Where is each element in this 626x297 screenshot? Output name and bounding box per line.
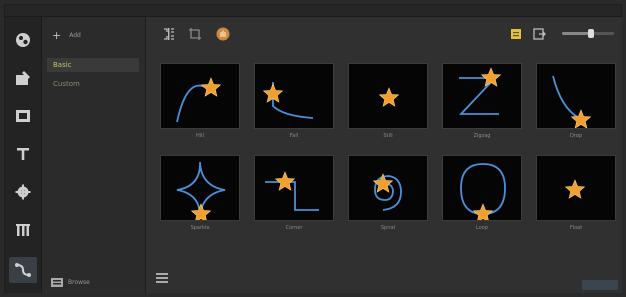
- motion-path-line: [552, 75, 580, 119]
- category-item-custom[interactable]: Custom: [47, 77, 139, 91]
- star-icon: [472, 203, 494, 220]
- motion-path-preview: [458, 67, 502, 115]
- preset-caption: Sparkle: [190, 225, 210, 231]
- export-icon: [533, 28, 546, 40]
- preset-caption: Drop: [569, 133, 583, 139]
- thumbnail-size-slider[interactable]: [562, 29, 614, 38]
- preset-thumbnail: [254, 155, 334, 221]
- category-toolbar: + Add: [42, 17, 145, 51]
- motion-path-preview: [564, 179, 586, 199]
- preset-tile[interactable]: Spiral: [348, 155, 428, 232]
- app-window: + Add Basic Custom Browse Hill Fall Stil…: [4, 4, 622, 293]
- list-view-button[interactable]: [156, 268, 168, 287]
- preset-caption: Still: [383, 133, 393, 139]
- notes-button[interactable]: [509, 27, 523, 41]
- grid-view-button[interactable]: [162, 27, 176, 41]
- preset-thumbnail: [160, 155, 240, 221]
- preset-caption: Loop: [476, 225, 488, 231]
- star-icon: [274, 171, 296, 191]
- preset-tile[interactable]: Loop: [442, 155, 522, 232]
- preset-thumbnail: [536, 63, 616, 129]
- list-view-icon: [156, 273, 168, 283]
- slider-fill: [562, 32, 591, 35]
- notes-icon: [511, 29, 521, 39]
- gallery-icon: [16, 33, 30, 47]
- category-item-basic[interactable]: Basic: [47, 58, 139, 72]
- motion-path-preview: [176, 77, 222, 123]
- preset-thumbnail: [254, 63, 334, 129]
- preset-tile[interactable]: Corner: [254, 155, 334, 232]
- star-icon: [200, 77, 222, 97]
- motion-path-preview: [552, 75, 592, 128]
- motion-path-icon: [15, 263, 31, 277]
- preset-caption: Fall: [289, 133, 299, 139]
- browse-button[interactable]: Browse: [51, 277, 90, 287]
- preset-tile[interactable]: Float: [536, 155, 616, 232]
- main-toolbar: [146, 17, 622, 51]
- browse-label: Browse: [68, 278, 90, 286]
- preset-caption: Hill: [196, 133, 204, 139]
- gallery-button[interactable]: [9, 27, 37, 53]
- motion-path-preview: [460, 163, 506, 220]
- image-edit-icon: [16, 71, 30, 85]
- motion-path-preview: [262, 82, 314, 119]
- grid-view-icon: [164, 28, 174, 40]
- preset-tile[interactable]: Zigzag: [442, 63, 522, 140]
- motion-path-preview: [176, 161, 226, 220]
- text-button[interactable]: [9, 141, 37, 167]
- star-icon: [564, 179, 586, 199]
- preset-tile[interactable]: Drop: [536, 63, 616, 140]
- preset-thumbnail: [348, 155, 428, 221]
- settings-cog-icon: [15, 184, 31, 200]
- transition-button[interactable]: [9, 217, 37, 243]
- motion-path-preview: [372, 173, 402, 211]
- motion-path-preview: [265, 171, 319, 211]
- effects-button[interactable]: [9, 179, 37, 205]
- preset-caption: Corner: [285, 225, 303, 231]
- film-button[interactable]: [9, 103, 37, 129]
- motion-path-line: [272, 82, 314, 119]
- preset-caption: Spiral: [380, 225, 396, 231]
- text-icon: [17, 148, 29, 160]
- preset-thumbnail: [442, 155, 522, 221]
- star-icon: [378, 87, 400, 107]
- image-edit-button[interactable]: [9, 65, 37, 91]
- crop-button[interactable]: [188, 27, 202, 41]
- star-icon: [570, 109, 592, 128]
- preset-caption: Float: [569, 225, 583, 231]
- title-bar: [5, 5, 621, 17]
- preset-tile[interactable]: Fall: [254, 63, 334, 140]
- preset-tile[interactable]: Sparkle: [160, 155, 240, 232]
- preset-thumbnail: [442, 63, 522, 129]
- preset-thumbnail: [160, 63, 240, 129]
- preset-tile[interactable]: Hill: [160, 63, 240, 140]
- folder-icon: [51, 278, 63, 287]
- preset-caption: Zigzag: [473, 133, 491, 139]
- hand-button[interactable]: [216, 27, 230, 41]
- add-category-button[interactable]: + Add: [52, 29, 81, 42]
- plus-icon: +: [52, 29, 62, 42]
- export-button[interactable]: [532, 27, 546, 41]
- preset-thumbnail: [348, 63, 428, 129]
- crop-icon: [189, 28, 201, 40]
- film-icon: [16, 110, 30, 122]
- motion-path-preview: [378, 87, 400, 107]
- left-tool-rail: [5, 17, 42, 293]
- apply-button[interactable]: [582, 280, 618, 290]
- category-panel: + Add Basic Custom Browse: [42, 17, 146, 293]
- star-icon: [190, 203, 212, 220]
- motion-path-line: [265, 181, 319, 211]
- hand-icon: [216, 27, 230, 41]
- motion-path-button[interactable]: [9, 257, 37, 283]
- preset-browser: Hill Fall Still Zigzag Drop Sparkle Corner Spir…: [146, 17, 622, 293]
- add-label: Add: [69, 32, 81, 39]
- preset-tile[interactable]: Still: [348, 63, 428, 140]
- slider-knob[interactable]: [587, 29, 594, 38]
- preset-thumbnail: [536, 155, 616, 221]
- transition-icon: [16, 224, 30, 236]
- motion-path-line: [176, 84, 208, 123]
